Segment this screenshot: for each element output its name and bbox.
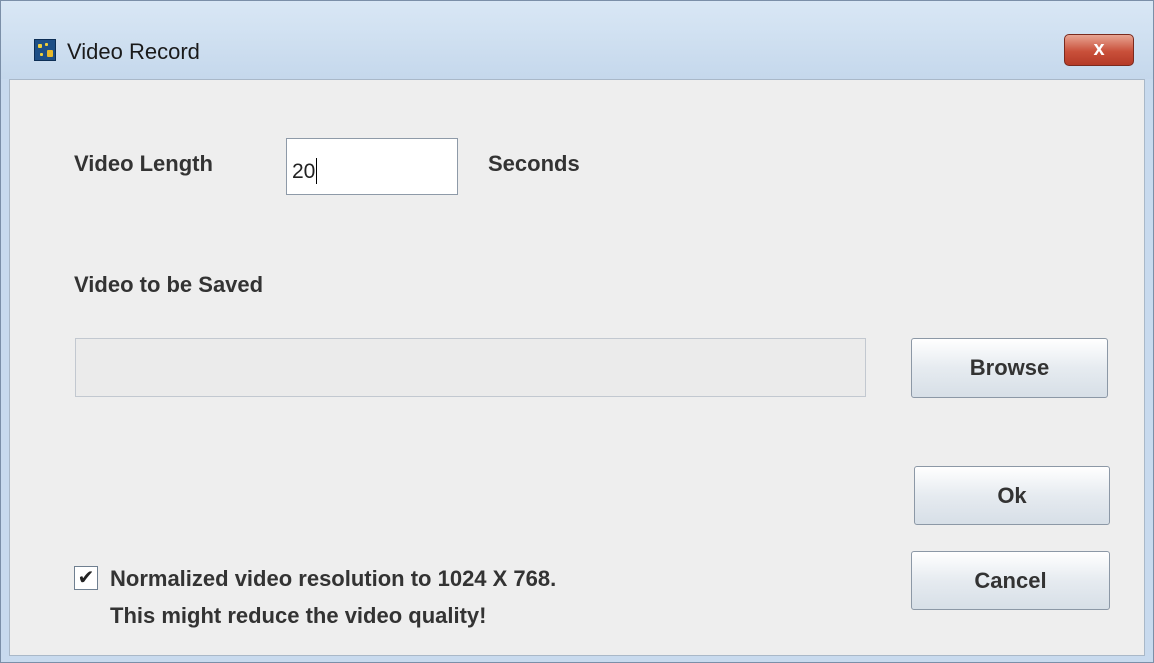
video-length-value: 20	[292, 160, 316, 183]
checkmark-icon: ✔	[77, 567, 95, 589]
text-caret	[316, 158, 318, 184]
video-length-input[interactable]: 20	[286, 138, 458, 195]
cancel-button[interactable]: Cancel	[911, 551, 1110, 610]
video-to-be-saved-label: Video to be Saved	[74, 272, 264, 297]
title-bar[interactable]: Video Record x	[1, 1, 1153, 79]
close-icon: x	[1093, 38, 1105, 60]
close-button[interactable]: x	[1064, 34, 1134, 66]
ok-button[interactable]: Ok	[914, 466, 1110, 525]
window-title: Video Record	[67, 39, 200, 64]
seconds-label: Seconds	[488, 151, 580, 176]
video-record-dialog: Video Record x Video Length 20 Seconds V…	[0, 0, 1154, 663]
normalize-resolution-label: Normalized video resolution to 1024 X 76…	[110, 566, 557, 591]
browse-button[interactable]: Browse	[911, 338, 1108, 398]
quality-warning-label: This might reduce the video quality!	[110, 603, 487, 628]
video-length-label: Video Length	[74, 151, 213, 176]
save-path-field[interactable]	[75, 338, 866, 397]
normalize-resolution-checkbox[interactable]: ✔	[74, 566, 98, 590]
video-record-app-icon	[34, 39, 56, 61]
